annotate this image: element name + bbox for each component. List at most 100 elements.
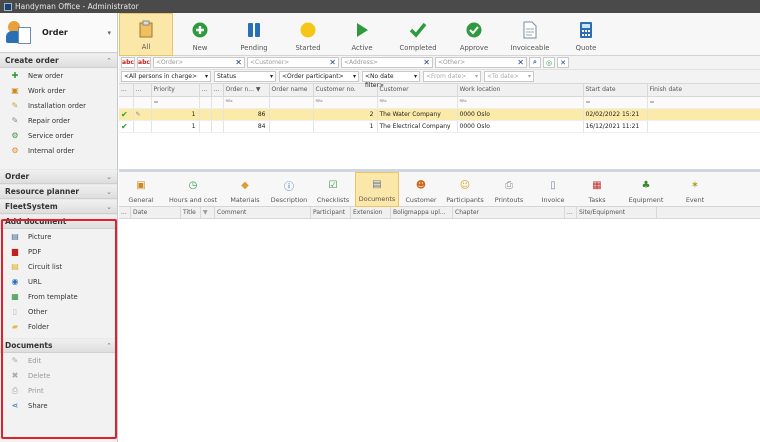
sidebar-item-edit[interactable]: ✎ Edit bbox=[0, 353, 117, 368]
clear-icon[interactable]: ✕ bbox=[235, 58, 242, 67]
column-header[interactable]: ... bbox=[119, 84, 134, 97]
tab-general[interactable]: ▣ General bbox=[119, 172, 163, 207]
column-header[interactable]: Site/Equipment bbox=[577, 207, 657, 218]
tab-printouts[interactable]: ⎙ Printouts bbox=[487, 172, 531, 207]
sidebar-item-circuit-list[interactable]: ▤ Circuit list bbox=[0, 259, 117, 274]
order-search-input[interactable]: <Order> ✕ bbox=[153, 57, 245, 68]
column-header[interactable]: ... bbox=[133, 84, 152, 97]
sidebar-item-service-order[interactable]: ⚙ Service order bbox=[0, 128, 117, 143]
section-add-document[interactable]: Add document ⌃ bbox=[0, 214, 117, 229]
tab-equipment[interactable]: ♣ Equipment bbox=[619, 172, 673, 207]
clear-icon[interactable]: ✕ bbox=[423, 58, 430, 67]
toolbar-approve-button[interactable]: Approve bbox=[447, 13, 501, 56]
customer-search-input[interactable]: <Customer> ✕ bbox=[247, 57, 339, 68]
column-header[interactable]: Date bbox=[131, 207, 181, 218]
clear-icon[interactable]: ✕ bbox=[329, 58, 336, 67]
date-filter-dropdown[interactable]: <No date filter> ▾ bbox=[362, 71, 420, 89]
toolbar-quote-button[interactable]: Quote bbox=[559, 13, 613, 56]
toolbar-new-button[interactable]: New bbox=[173, 13, 227, 56]
participant-dropdown[interactable]: <Order participant> ▾ bbox=[279, 71, 359, 82]
sidebar-item-print[interactable]: ⎙ Print bbox=[0, 383, 117, 398]
tab-materials[interactable]: ◆ Materials bbox=[223, 172, 267, 207]
toolbar-all-button[interactable]: All bbox=[119, 13, 173, 56]
column-header[interactable]: Title bbox=[181, 207, 201, 218]
column-header[interactable]: Start date bbox=[583, 84, 648, 97]
chevron-up-icon[interactable]: ⌃ bbox=[106, 57, 112, 65]
sidebar-item-other[interactable]: ▯ Other bbox=[0, 304, 117, 319]
filter-icon[interactable]: ▼ bbox=[201, 207, 215, 218]
other-search-input[interactable]: <Other> ✕ bbox=[435, 57, 527, 68]
section-resource-planner[interactable]: Resource planner ⌄ bbox=[0, 184, 117, 199]
status-dropdown[interactable]: Status ▾ bbox=[214, 71, 276, 82]
column-header[interactable]: ... bbox=[211, 84, 224, 97]
column-header[interactable]: Participant bbox=[311, 207, 351, 218]
sidebar-item-folder[interactable]: ▰ Folder bbox=[0, 319, 117, 334]
chevron-down-icon[interactable]: ⌄ bbox=[106, 188, 112, 196]
chevron-up-icon[interactable]: ⌃ bbox=[106, 218, 112, 226]
sidebar-item-repair-order[interactable]: ✎ Repair order bbox=[0, 113, 117, 128]
sidebar-item-installation-order[interactable]: ✎ Installation order bbox=[0, 98, 117, 113]
folder-icon: ▰ bbox=[11, 321, 19, 331]
sidebar-item-picture[interactable]: ▤ Picture bbox=[0, 229, 117, 244]
table-row[interactable]: ✔ ✎ 1 86 2 The Water Company 0000 Oslo 0… bbox=[119, 108, 760, 121]
chevron-up-icon[interactable]: ⌃ bbox=[106, 342, 112, 350]
address-search-input[interactable]: <Address> ✕ bbox=[341, 57, 433, 68]
column-header[interactable]: Priority bbox=[151, 84, 200, 97]
tab-customer[interactable]: ☻ Customer bbox=[399, 172, 443, 207]
clear-all-icon[interactable]: ✕ bbox=[557, 57, 569, 68]
section-create-order[interactable]: Create order ⌃ bbox=[0, 53, 117, 68]
table-filter-row[interactable]: = ᴿᴮᶜ ᴿᴮᶜ ᴿᴮᶜ ᴿᴮᶜ = = bbox=[119, 96, 760, 109]
column-header[interactable]: ... bbox=[565, 207, 577, 218]
sidebar-item-internal-order[interactable]: ⚙ Internal order bbox=[0, 143, 117, 158]
refresh-icon[interactable]: ◎ bbox=[543, 57, 555, 68]
column-header[interactable]: Comment bbox=[215, 207, 311, 218]
sidebar-header[interactable]: Order ▾ bbox=[0, 13, 117, 53]
toolbar-pending-button[interactable]: Pending bbox=[227, 13, 281, 56]
button-label: All bbox=[141, 43, 151, 51]
sidebar-item-from-template[interactable]: ▦ From template bbox=[0, 289, 117, 304]
sidebar-item-work-order[interactable]: ▣ Work order bbox=[0, 83, 117, 98]
column-header[interactable]: Boligmappa upl... bbox=[391, 207, 453, 218]
tab-tasks[interactable]: ▦ Tasks bbox=[575, 172, 619, 207]
column-header[interactable]: Extension bbox=[351, 207, 391, 218]
column-header[interactable]: Chapter bbox=[453, 207, 565, 218]
column-header[interactable]: ... bbox=[119, 207, 131, 218]
chevron-down-icon[interactable]: ⌄ bbox=[106, 203, 112, 211]
table-row[interactable]: ✔ 1 84 1 The Electrical Company 0000 Osl… bbox=[119, 120, 760, 133]
clear-icon[interactable]: ✕ bbox=[517, 58, 524, 67]
tab-participants[interactable]: ☺ Participants bbox=[443, 172, 487, 207]
section-fleetsystem[interactable]: FleetSystem ⌄ bbox=[0, 199, 117, 214]
tab-documents[interactable]: ▤ Documents bbox=[355, 172, 399, 207]
column-header[interactable]: Order name bbox=[269, 84, 314, 97]
sidebar-item-share[interactable]: ⋖ Share bbox=[0, 398, 117, 413]
from-date-input[interactable]: <From date> ▾ bbox=[423, 71, 481, 82]
tab-event[interactable]: ✶ Event bbox=[673, 172, 717, 207]
search-icon[interactable]: ⌕ bbox=[529, 57, 541, 68]
tab-invoice[interactable]: ▯ Invoice bbox=[531, 172, 575, 207]
tab-hours-and-cost[interactable]: ◷ Hours and cost bbox=[163, 172, 223, 207]
text-filter-toggle[interactable]: abc bbox=[121, 57, 135, 68]
toolbar-invoiceable-button[interactable]: Invoiceable bbox=[501, 13, 559, 56]
column-header[interactable]: Work location bbox=[457, 84, 584, 97]
column-header[interactable]: Order n... ▼ bbox=[223, 84, 270, 97]
section-order[interactable]: Order ⌄ bbox=[0, 169, 117, 184]
tab-description[interactable]: ⓘ Description bbox=[267, 172, 311, 207]
column-header[interactable]: Finish date bbox=[647, 84, 760, 97]
toolbar-completed-button[interactable]: Completed bbox=[389, 13, 447, 56]
sidebar-item-pdf[interactable]: ▆ PDF bbox=[0, 244, 117, 259]
to-date-input[interactable]: <To date> ▾ bbox=[484, 71, 534, 82]
column-header[interactable]: Customer bbox=[377, 84, 458, 97]
text-filter-toggle-2[interactable]: abc bbox=[137, 57, 151, 68]
section-documents[interactable]: Documents ⌃ bbox=[0, 338, 117, 353]
column-header[interactable]: ... bbox=[199, 84, 212, 97]
button-label: Pending bbox=[240, 44, 268, 52]
persons-dropdown[interactable]: <All persons in charge> ▾ bbox=[121, 71, 211, 82]
sidebar-item-new-order[interactable]: ✚ New order bbox=[0, 68, 117, 83]
chevron-down-icon[interactable]: ▾ bbox=[107, 29, 111, 37]
toolbar-started-button[interactable]: Started bbox=[281, 13, 335, 56]
toolbar-active-button[interactable]: Active bbox=[335, 13, 389, 56]
sidebar-item-delete[interactable]: ✖ Delete bbox=[0, 368, 117, 383]
chevron-down-icon[interactable]: ⌄ bbox=[106, 173, 112, 181]
sidebar-item-url[interactable]: ◉ URL bbox=[0, 274, 117, 289]
tab-checklists[interactable]: ☑ Checklists bbox=[311, 172, 355, 207]
